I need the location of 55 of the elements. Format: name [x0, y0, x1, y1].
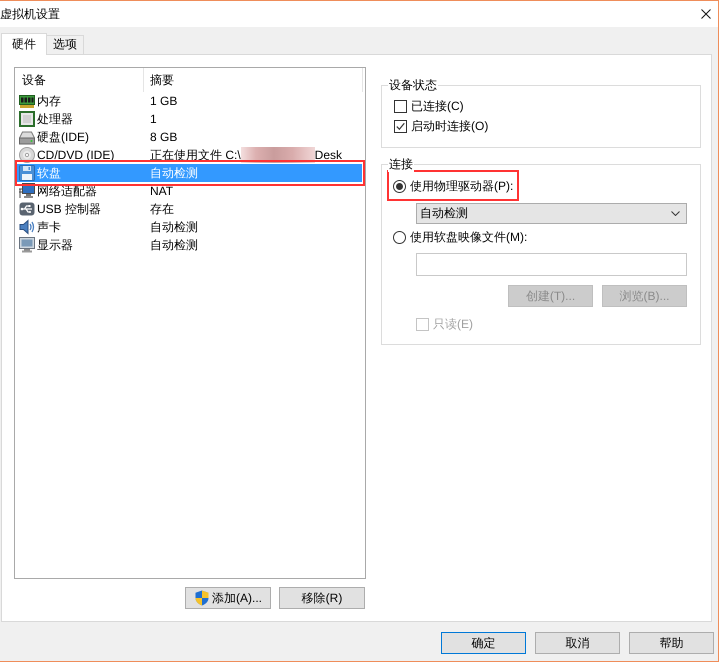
device-name: CD/DVD (IDE) [37, 148, 114, 162]
radio-button[interactable] [393, 230, 406, 244]
column-header[interactable]: 设备 [15, 68, 144, 92]
dialog-button[interactable]: 取消 [535, 632, 620, 654]
device-summary: 1 [150, 112, 157, 126]
dialog-button[interactable]: 帮助 [629, 632, 714, 654]
device-summary: 自动检测 [150, 164, 198, 182]
device-summary: Desk [314, 148, 342, 162]
checkbox[interactable] [394, 100, 407, 112]
tab[interactable]: 选项 [46, 35, 84, 54]
device-row[interactable]: USB 控制器 存在 [17, 200, 362, 218]
device-name: 处理器 [37, 110, 73, 128]
device-summary: 8 GB [150, 130, 178, 144]
device-name: 硬盘(IDE) [37, 128, 89, 146]
group-title: 连接 [389, 157, 413, 171]
device-name: USB 控制器 [37, 200, 102, 218]
radio-label[interactable]: 使用软盘映像文件(M): [410, 228, 528, 246]
device-row[interactable]: 硬盘(IDE) 8 GB [17, 128, 362, 146]
device-summary: 存在 [150, 200, 174, 218]
list-button[interactable]: 移除(R) [279, 587, 365, 609]
processor-icon [19, 111, 35, 127]
window-title: 虚拟机设置 [0, 6, 60, 22]
file-path-field[interactable] [416, 253, 687, 276]
hard-disk-icon [19, 129, 35, 145]
device-name: 显示器 [37, 236, 73, 254]
checkbox[interactable] [394, 120, 407, 132]
speaker-icon [19, 219, 35, 235]
device-row[interactable]: 处理器 1 [17, 110, 362, 128]
tab[interactable]: 硬件 [1, 33, 47, 55]
column-header[interactable]: 摘要 [144, 68, 363, 92]
device-summary: 自动检测 [150, 236, 198, 254]
group-title: 设备状态 [389, 78, 437, 92]
disc-icon [19, 147, 35, 163]
device-row[interactable]: 显示器 自动检测 [17, 236, 362, 254]
device-summary: NAT [150, 184, 174, 198]
radio-label[interactable]: 使用物理驱动器(P): [410, 178, 514, 194]
ram-icon [19, 93, 35, 109]
chevron-down-icon [671, 211, 680, 216]
device-name: 声卡 [37, 218, 61, 236]
checkbox-label[interactable]: 启动时连接(O) [411, 118, 488, 134]
usb-icon [19, 201, 35, 217]
device-row[interactable]: 内存 1 GB [17, 92, 362, 110]
close-icon[interactable] [701, 9, 711, 19]
radio-button[interactable] [393, 180, 406, 192]
device-summary: 1 GB [150, 94, 178, 108]
checkbox-label[interactable]: 已连接(C) [411, 98, 464, 114]
dialog-button[interactable]: 确定 [441, 632, 526, 654]
list-button[interactable]: 添加(A)... [185, 587, 271, 609]
dropdown[interactable]: 自动检测 [416, 203, 687, 224]
monitor-icon [19, 237, 35, 253]
device-name: 软盘 [37, 164, 61, 182]
device-row[interactable]: 声卡 自动检测 [17, 218, 362, 236]
network-monitor-icon [19, 183, 35, 199]
device-name: 内存 [37, 92, 61, 110]
device-summary: 自动检测 [150, 218, 198, 236]
